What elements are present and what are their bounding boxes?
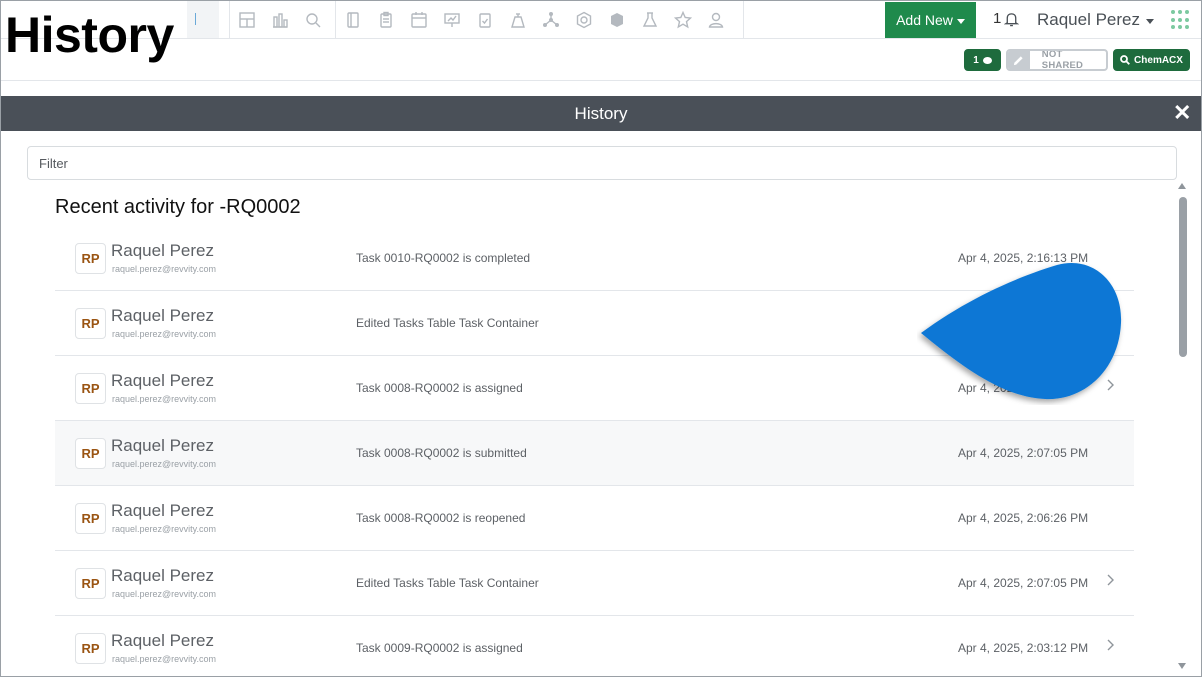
user-menu[interactable]: Raquel Perez <box>1037 10 1155 30</box>
task-clipboard-icon[interactable] <box>468 1 501 38</box>
activity-title: Recent activity for -RQ0002 <box>55 196 301 218</box>
activity-timestamp: Apr 4, 2025, 2:07:05 PM <box>958 576 1089 590</box>
history-panel-header: History ✕ <box>1 96 1201 131</box>
activity-user-email: raquel.perez@revvity.com <box>112 589 217 599</box>
activity-user-name: Raquel Perez <box>111 241 215 260</box>
activity-user-name: Raquel Perez <box>111 501 215 520</box>
text-caret <box>195 13 196 25</box>
flask-icon[interactable] <box>633 1 666 38</box>
activity-user-email: raquel.perez@revvity.com <box>112 524 217 534</box>
caret-down-icon <box>956 18 965 24</box>
comments-button[interactable]: 1 <box>964 49 1001 71</box>
avatar: RP <box>75 243 106 274</box>
view-icon-group <box>229 1 329 38</box>
activity-description: Task 0008-RQ0002 is submitted <box>356 446 527 460</box>
entity-toolbar: 1 NOT SHARED ChemACX <box>1 39 1201 81</box>
activity-timestamp: Apr 4, 2025, 2:03:12 PM <box>958 641 1089 655</box>
clipboard-icon[interactable] <box>369 1 402 38</box>
activity-description: Task 0008-RQ0002 is reopened <box>356 511 526 525</box>
close-icon[interactable]: ✕ <box>1173 102 1191 124</box>
activity-user-name: Raquel Perez <box>111 436 215 455</box>
comment-bubble-icon <box>982 56 992 64</box>
scroll-down-arrow[interactable] <box>1178 663 1186 669</box>
activity-row[interactable]: RP Raquel Perez raquel.perez@revvity.com Ed… <box>55 551 1134 616</box>
activity-description: Task 0010-RQ0002 is completed <box>356 251 531 265</box>
scroll-up-arrow[interactable] <box>1178 183 1186 189</box>
activity-user-name: Raquel Perez <box>111 631 215 650</box>
activity-description: Task 0009-RQ0002 is assigned <box>356 641 523 655</box>
user-name: Raquel Perez <box>1037 10 1141 29</box>
lab-station-icon[interactable] <box>501 1 534 38</box>
shield-box-icon[interactable] <box>600 1 633 38</box>
activity-row[interactable]: RP Raquel Perez raquel.perez@revvity.com Ta… <box>55 486 1134 551</box>
presentation-icon[interactable] <box>435 1 468 38</box>
app-window: Add New 1 Raquel Perez History 1 NOT SHA… <box>0 0 1202 677</box>
search-icon <box>1120 55 1130 65</box>
pencil-icon <box>1008 51 1030 69</box>
entity-icon-group <box>335 1 732 38</box>
activity-user-email: raquel.perez@revvity.com <box>112 459 217 469</box>
activity-row[interactable]: RP Raquel Perez raquel.perez@revvity.com Ta… <box>55 616 1134 676</box>
add-new-button[interactable]: Add New <box>885 2 976 38</box>
people-icon[interactable] <box>699 1 732 38</box>
notifications-button[interactable]: 1 <box>993 10 1020 27</box>
filter-input[interactable] <box>27 146 1177 180</box>
star-icon[interactable] <box>666 1 699 38</box>
hexagon-icon[interactable] <box>567 1 600 38</box>
caret-down-icon <box>1146 19 1155 24</box>
avatar: RP <box>75 633 106 664</box>
chevron-right-icon[interactable] <box>1106 638 1118 654</box>
activity-user-name: Raquel Perez <box>111 371 215 390</box>
add-new-label: Add New <box>896 12 953 28</box>
share-status-label: NOT SHARED <box>1041 49 1084 71</box>
divider <box>743 1 744 38</box>
activity-description: Edited Tasks Table Task Container <box>356 316 539 330</box>
avatar: RP <box>75 568 106 599</box>
notebook-icon[interactable] <box>336 1 369 38</box>
panel-title: History <box>574 104 628 123</box>
search-icon[interactable] <box>296 1 329 38</box>
avatar: RP <box>75 373 106 404</box>
chemacx-search-button[interactable]: ChemACX <box>1113 49 1190 71</box>
pointer-marker-icon <box>921 262 1122 400</box>
avatar: RP <box>75 503 106 534</box>
avatar: RP <box>75 438 106 469</box>
activity-timestamp: Apr 4, 2025, 2:06:26 PM <box>958 511 1089 525</box>
activity-user-email: raquel.perez@revvity.com <box>112 394 217 404</box>
activity-description: Edited Tasks Table Task Container <box>356 576 539 590</box>
molecule-icon[interactable] <box>534 1 567 38</box>
activity-user-email: raquel.perez@revvity.com <box>112 654 217 664</box>
activity-user-name: Raquel Perez <box>111 566 215 585</box>
bar-chart-icon[interactable] <box>263 1 296 38</box>
global-search-input[interactable] <box>187 1 219 38</box>
chevron-right-icon[interactable] <box>1106 573 1118 589</box>
activity-description: Task 0008-RQ0002 is assigned <box>356 381 523 395</box>
activity-user-email: raquel.perez@revvity.com <box>112 264 217 274</box>
dashboard-icon[interactable] <box>230 1 263 38</box>
activity-row[interactable]: RP Raquel Perez raquel.perez@revvity.com Ta… <box>55 421 1134 486</box>
notification-count: 1 <box>993 10 1002 27</box>
page-heading: History <box>5 7 174 63</box>
activity-timestamp: Apr 4, 2025, 2:07:05 PM <box>958 446 1089 460</box>
scrollbar-thumb[interactable] <box>1179 197 1187 357</box>
top-navbar: Add New 1 Raquel Perez <box>1 1 1201 39</box>
comments-count: 1 <box>973 54 979 66</box>
activity-user-email: raquel.perez@revvity.com <box>112 329 217 339</box>
bell-icon <box>1004 12 1020 26</box>
share-status-button[interactable]: NOT SHARED <box>1006 49 1108 71</box>
chemacx-label: ChemACX <box>1134 54 1183 66</box>
avatar: RP <box>75 308 106 339</box>
activity-user-name: Raquel Perez <box>111 306 215 325</box>
calendar-icon[interactable] <box>402 1 435 38</box>
app-launcher-icon[interactable] <box>1171 10 1191 30</box>
